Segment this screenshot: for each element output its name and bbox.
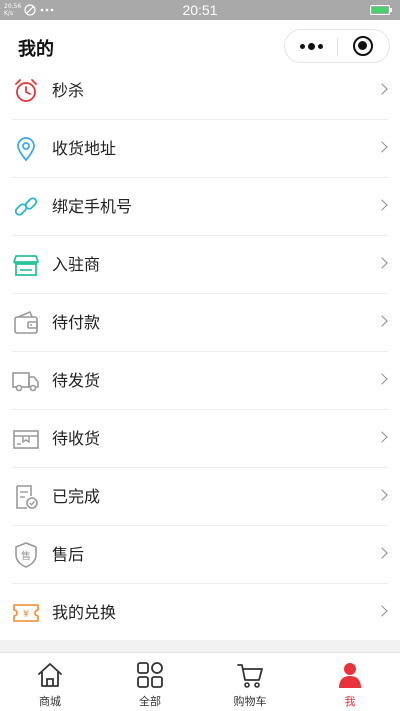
mini-program-capsule: [284, 29, 390, 63]
menu-item-pending-receipt[interactable]: 待收货: [12, 410, 388, 468]
chevron-right-icon: [376, 83, 388, 95]
menu-item-after-sales[interactable]: 售 售后: [12, 526, 388, 584]
section-divider: [0, 640, 400, 652]
chevron-right-icon: [376, 257, 388, 269]
categories-icon: [136, 661, 164, 689]
tab-label: 全部: [139, 695, 161, 708]
menu-item-merchant-join[interactable]: 入驻商: [12, 236, 388, 294]
chevron-right-icon: [376, 199, 388, 211]
svg-text:售: 售: [21, 550, 31, 563]
truck-icon: [12, 367, 40, 395]
page-title: 我的: [18, 39, 54, 60]
menu-item-label: 待发货: [52, 371, 101, 390]
menu-item-pending-shipment[interactable]: 待发货: [12, 352, 388, 410]
menu-item-completed[interactable]: 已完成: [12, 468, 388, 526]
tab-all[interactable]: 全部: [100, 653, 200, 711]
package-icon: [12, 425, 40, 453]
status-bar: 20.56 K/s 20:51: [0, 0, 400, 20]
home-icon: [36, 661, 64, 689]
tab-label: 购物车: [233, 695, 267, 708]
completed-doc-icon: [12, 483, 40, 511]
chevron-right-icon: [376, 315, 388, 327]
exchange-ticket-icon: ¥: [12, 599, 40, 627]
wallet-icon: [12, 309, 40, 337]
menu-item-bind-phone[interactable]: 绑定手机号: [12, 178, 388, 236]
menu-item-label: 绑定手机号: [52, 197, 133, 216]
chevron-right-icon: [376, 489, 388, 501]
tab-label: 商城: [39, 695, 61, 708]
more-dot-icon: [299, 43, 305, 49]
location-pin-icon: [12, 135, 40, 163]
menu-item-label: 待收货: [52, 429, 101, 448]
tab-label: 我: [344, 695, 356, 708]
menu-item-label: 售后: [52, 545, 85, 564]
menu-item-label: 入驻商: [52, 255, 101, 274]
storefront-icon: [12, 251, 40, 279]
menu-item-flash-sale[interactable]: 秒杀: [12, 62, 388, 120]
menu-item-label: 收货地址: [52, 139, 117, 158]
chevron-right-icon: [376, 373, 388, 385]
alarm-clock-icon: [12, 77, 40, 105]
svg-text:¥: ¥: [23, 609, 29, 620]
tab-me[interactable]: 我: [300, 653, 400, 711]
link-icon: [12, 193, 40, 221]
chevron-right-icon: [376, 141, 388, 153]
menu-item-my-exchange[interactable]: ¥ 我的兑换: [12, 584, 388, 642]
person-icon: [336, 661, 364, 689]
more-options-button[interactable]: [285, 30, 337, 62]
cart-icon: [236, 661, 264, 689]
menu-list: 秒杀 收货地址 绑定手机号 入驻商 待付款 待发货 待收货 已完成 售 售后 ¥…: [0, 62, 400, 642]
tab-cart[interactable]: 购物车: [200, 653, 300, 711]
tab-mall[interactable]: 商城: [0, 653, 100, 711]
after-sales-shield-icon: 售: [12, 541, 40, 569]
menu-item-label: 已完成: [52, 487, 101, 506]
chevron-right-icon: [376, 431, 388, 443]
menu-item-shipping-address[interactable]: 收货地址: [12, 120, 388, 178]
menu-item-label: 待付款: [52, 313, 101, 332]
capsule-divider: [337, 38, 338, 56]
battery-icon: [370, 5, 392, 15]
clock: 20:51: [182, 2, 218, 18]
menu-item-label: 我的兑换: [52, 603, 117, 622]
close-mini-program-button[interactable]: [353, 36, 373, 56]
menu-item-pending-payment[interactable]: 待付款: [12, 294, 388, 352]
more-dot-icon: [307, 42, 315, 50]
tab-bar: 商城 全部 购物车 我: [0, 652, 400, 711]
menu-item-label: 秒杀: [52, 81, 85, 100]
chevron-right-icon: [376, 547, 388, 559]
more-dot-icon: [317, 43, 323, 49]
chevron-right-icon: [376, 605, 388, 617]
